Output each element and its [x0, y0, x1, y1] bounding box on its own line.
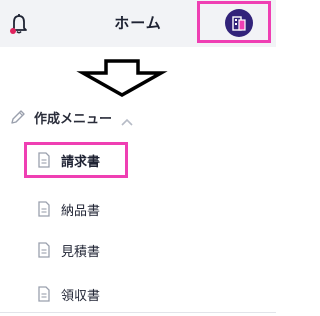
document-icon	[37, 201, 51, 217]
document-icon	[37, 152, 51, 168]
menu-item-receipt[interactable]: 領収書	[24, 276, 100, 312]
document-icon	[37, 286, 51, 302]
menu-item-quotation[interactable]: 見積書	[24, 232, 100, 268]
menu-section-label: 作成メニュー	[34, 111, 113, 127]
menu-item-label: 納品書	[61, 203, 101, 219]
document-icon	[37, 242, 51, 258]
menu-item-label: 見積書	[61, 244, 101, 260]
chevron-up-icon[interactable]	[120, 112, 134, 126]
menu-item-invoice[interactable]: 請求書	[24, 142, 128, 178]
top-header: ホーム	[0, 0, 276, 47]
down-arrow-outline-icon	[73, 59, 171, 98]
create-menu-section: 作成メニュー 請求書 納品書 見積書 領収書	[0, 104, 276, 316]
pencil-icon	[10, 109, 26, 125]
create-menu-toggle[interactable]: 作成メニュー	[10, 108, 134, 127]
menu-item-label: 請求書	[61, 154, 101, 170]
divider	[0, 312, 276, 313]
building-avatar-icon[interactable]	[225, 9, 253, 37]
menu-item-delivery-note[interactable]: 納品書	[24, 191, 100, 227]
menu-item-label: 領収書	[61, 288, 101, 304]
